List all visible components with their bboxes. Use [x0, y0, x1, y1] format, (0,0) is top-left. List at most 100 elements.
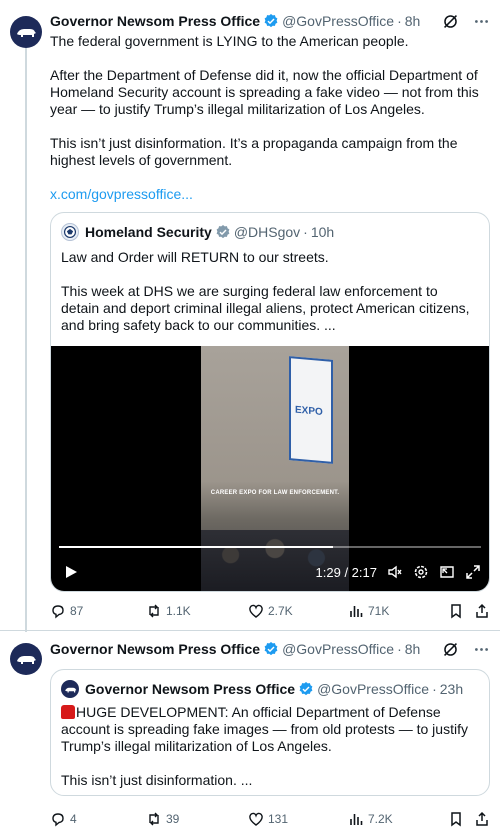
tweet-paragraph: This isn’t just disinformation. It’s a p… [50, 135, 462, 168]
tweet-header: Governor Newsom Press Office @GovPressOf… [50, 639, 490, 659]
tweet-1[interactable]: Governor Newsom Press Office @GovPressOf… [0, 0, 500, 632]
video-progress-fill [59, 546, 334, 548]
bookmark-icon [451, 604, 461, 619]
video-frame: EXPO CAREER EXPO FOR LAW ENFORCEMENT. [201, 346, 349, 591]
expo-banner-text: EXPO [295, 404, 323, 419]
video-player[interactable]: EXPO CAREER EXPO FOR LAW ENFORCEMENT. 1:… [51, 346, 489, 591]
separator-dot: · [397, 641, 402, 657]
quote-paragraph: This isn’t just disinformation. ... [61, 772, 253, 788]
quote-header: Homeland Security @DHSgov · 10h [61, 221, 489, 243]
expo-banner: EXPO [289, 356, 333, 464]
views-count: 71K [368, 604, 390, 618]
verified-badge-icon [264, 14, 278, 28]
author-name[interactable]: Governor Newsom Press Office [50, 641, 260, 657]
quote-handle: @DHSgov [233, 224, 301, 240]
author-name[interactable]: Governor Newsom Press Office [50, 13, 260, 29]
tweet-actions: 4 39 131 7.2K [50, 809, 490, 829]
quoted-tweet[interactable]: Governor Newsom Press Office @GovPressOf… [50, 669, 490, 796]
bear-logo-icon [17, 29, 36, 37]
repost-count: 1.1K [166, 604, 191, 618]
quote-text: Law and Order will RETURN to our streets… [61, 249, 479, 334]
like-icon [249, 812, 263, 826]
bookmark-button[interactable] [448, 811, 464, 827]
author-handle[interactable]: @GovPressOffice [282, 641, 394, 657]
dhs-seal-icon [63, 225, 77, 239]
views-count: 7.2K [368, 812, 393, 826]
fullscreen-icon[interactable] [465, 564, 481, 580]
more-icon[interactable] [473, 641, 490, 658]
quote-avatar [61, 223, 79, 241]
quote-header: Governor Newsom Press Office @GovPressOf… [61, 678, 489, 700]
share-button[interactable] [474, 811, 490, 827]
tweet-2[interactable]: Governor Newsom Press Office @GovPressOf… [0, 630, 500, 838]
siren-emoji-icon [61, 705, 75, 719]
volume-icon[interactable] [387, 564, 403, 580]
share-icon [476, 811, 488, 826]
separator-dot: · [303, 224, 308, 240]
views-button[interactable]: 71K [348, 603, 389, 619]
repost-icon [149, 604, 159, 618]
timestamp[interactable]: 8h [405, 13, 421, 29]
bookmark-icon [451, 812, 461, 827]
verified-badge-icon [216, 225, 230, 239]
quoted-tweet[interactable]: Homeland Security @DHSgov · 10h Law and … [50, 212, 490, 592]
tweet-link[interactable]: x.com/govpressoffice... [50, 186, 490, 203]
repost-count: 39 [166, 812, 180, 826]
quote-author-name[interactable]: Governor Newsom Press Office [85, 681, 295, 697]
reply-icon [52, 813, 64, 827]
separator-dot: · [397, 13, 402, 29]
tweet-actions: 87 1.1K 2.7K 71K [50, 601, 490, 621]
timestamp[interactable]: 8h [405, 641, 421, 657]
pip-icon[interactable] [439, 564, 455, 580]
reply-button[interactable]: 4 [50, 811, 77, 827]
video-progress-bar[interactable] [59, 546, 481, 548]
bookmark-button[interactable] [448, 603, 464, 619]
verified-badge-icon [299, 682, 313, 696]
repost-button[interactable]: 39 [146, 811, 179, 827]
repost-button[interactable]: 1.1K [146, 603, 191, 619]
video-controls: 1:29 / 2:17 [51, 560, 489, 584]
video-time: 1:29 / 2:17 [315, 564, 377, 580]
quote-paragraph: This week at DHS we are surging federal … [61, 283, 474, 333]
grok-icon[interactable] [442, 13, 459, 30]
views-icon [350, 814, 363, 825]
quote-paragraph: Law and Order will RETURN to our streets… [61, 249, 329, 265]
reply-button[interactable]: 87 [50, 603, 83, 619]
author-avatar[interactable] [10, 16, 42, 48]
author-handle[interactable]: @GovPressOffice [282, 13, 394, 29]
views-icon [350, 606, 363, 617]
settings-icon[interactable] [413, 564, 429, 580]
author-avatar[interactable] [10, 643, 42, 675]
like-button[interactable]: 131 [248, 811, 288, 827]
video-caption: CAREER EXPO FOR LAW ENFORCEMENT. [210, 490, 340, 496]
separator-dot: · [432, 681, 437, 697]
bear-logo-icon [64, 687, 76, 692]
like-count: 2.7K [268, 604, 293, 618]
verified-badge-icon [264, 642, 278, 656]
reply-count: 87 [70, 604, 84, 618]
quote-avatar [61, 680, 79, 698]
quote-timestamp: 23h [439, 681, 464, 697]
quote-author-name[interactable]: Homeland Security [85, 224, 212, 240]
views-button[interactable]: 7.2K [348, 811, 393, 827]
quote-text: HUGE DEVELOPMENT: An official Department… [61, 704, 479, 789]
more-icon[interactable] [473, 13, 490, 30]
play-icon[interactable] [63, 564, 79, 580]
quote-handle: @GovPressOffice [317, 681, 430, 697]
reply-icon [52, 605, 64, 619]
tweet-header: Governor Newsom Press Office @GovPressOf… [50, 11, 490, 31]
like-count: 131 [268, 812, 289, 826]
quote-paragraph: HUGE DEVELOPMENT: An official Department… [61, 704, 472, 754]
tweet-paragraph: After the Department of Defense did it, … [50, 67, 483, 117]
grok-icon[interactable] [442, 641, 459, 658]
like-button[interactable]: 2.7K [248, 603, 293, 619]
bear-logo-icon [17, 656, 36, 664]
repost-icon [149, 812, 159, 826]
thread-line [25, 48, 27, 632]
like-icon [249, 604, 263, 618]
share-icon [476, 603, 488, 618]
tweet-paragraph: The federal government is LYING to the A… [50, 33, 409, 49]
share-button[interactable] [474, 603, 490, 619]
tweet-text: The federal government is LYING to the A… [50, 33, 490, 203]
quote-timestamp: 10h [310, 224, 335, 240]
